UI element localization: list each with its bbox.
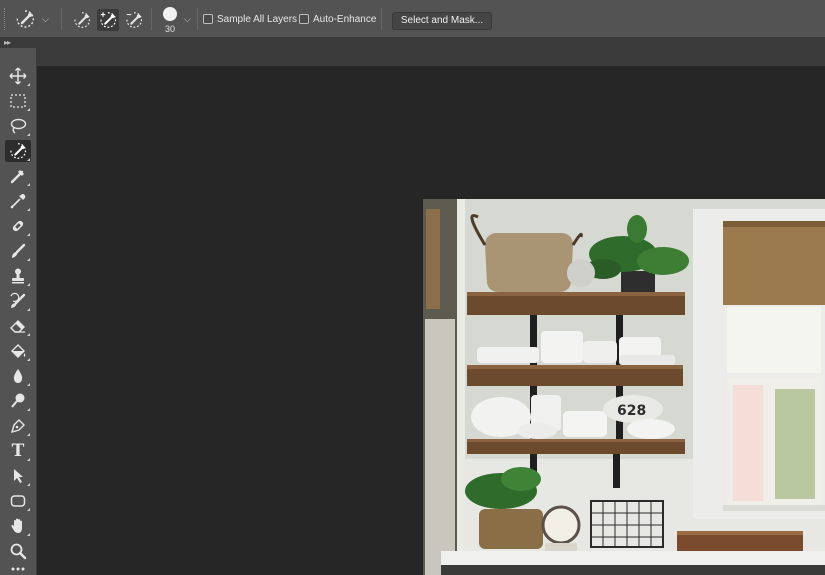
add-to-selection-button[interactable] <box>97 9 119 31</box>
brush-size-value: 30 <box>164 24 175 34</box>
move-icon <box>9 67 27 85</box>
document-image[interactable]: 628 <box>423 199 825 575</box>
bandage-icon <box>12 220 24 232</box>
divider <box>197 8 198 30</box>
marquee-icon <box>10 94 26 108</box>
brush-icon <box>12 243 26 258</box>
path-selection-tool[interactable] <box>5 465 31 487</box>
new-selection-icon <box>74 12 91 28</box>
paint-bucket-tool[interactable] <box>5 340 31 362</box>
sample-all-layers-label: Sample All Layers <box>217 14 298 25</box>
shape-tool[interactable] <box>5 490 31 512</box>
hand-tool[interactable] <box>5 515 31 537</box>
subtract-from-selection-button[interactable] <box>123 9 145 31</box>
dodge-tool[interactable] <box>5 390 31 412</box>
history-brush-icon <box>10 292 26 308</box>
rectangular-marquee-tool[interactable] <box>5 90 31 112</box>
eyedropper-icon <box>10 193 26 209</box>
eraser-tool[interactable] <box>5 315 31 337</box>
quick-selection-icon <box>16 10 34 28</box>
move-tool[interactable] <box>5 65 31 87</box>
arrow-icon <box>14 469 23 483</box>
type-tool[interactable]: T <box>5 440 31 462</box>
new-selection-button[interactable] <box>71 9 93 31</box>
paint-bucket-icon <box>11 344 26 358</box>
brush-tip-icon <box>163 7 177 21</box>
divider <box>381 8 382 30</box>
zoom-icon <box>10 543 27 560</box>
sample-all-layers-checkbox[interactable] <box>203 14 213 24</box>
eraser-icon <box>10 320 25 333</box>
healing-brush-tool[interactable] <box>5 215 31 237</box>
dodge-icon <box>11 393 25 408</box>
history-brush-tool[interactable] <box>5 290 31 312</box>
blur-tool[interactable] <box>5 365 31 387</box>
auto-enhance-label: Auto-Enhance <box>313 14 377 25</box>
eyedropper-tool[interactable] <box>5 190 31 212</box>
rounded-rect-icon <box>10 495 26 507</box>
house-number-sign: 628 <box>617 403 646 419</box>
pen-icon <box>10 419 25 434</box>
tool-preset-picker[interactable]: ⌵ <box>14 6 54 32</box>
tools-panel: T <box>0 48 37 575</box>
lasso-icon <box>10 118 27 134</box>
kitchen-shelves-photo: 628 <box>423 199 825 575</box>
brush-picker[interactable]: 30 <box>158 5 182 35</box>
hand-icon <box>11 518 22 533</box>
crop-icon <box>10 170 24 184</box>
type-icon: T <box>11 441 25 461</box>
divider <box>61 8 62 30</box>
chevron-down-icon[interactable]: ⌵ <box>184 14 191 25</box>
brush-tool[interactable] <box>5 240 31 262</box>
zoom-tool[interactable] <box>5 540 31 562</box>
more-tools[interactable] <box>5 562 31 575</box>
collapse-panel-icon[interactable]: ▸▸ <box>4 38 11 47</box>
options-bar-grip[interactable] <box>4 8 7 30</box>
crop-tool[interactable] <box>5 165 31 187</box>
chevron-down-icon: ⌵ <box>42 14 49 24</box>
auto-enhance-checkbox[interactable] <box>299 14 309 24</box>
panel-strip: ▸▸ <box>0 38 825 66</box>
select-and-mask-button[interactable]: Select and Mask... <box>392 12 492 30</box>
quick-selection-tool[interactable] <box>5 140 31 162</box>
quick-selection-icon <box>10 143 27 159</box>
lasso-tool[interactable] <box>5 115 31 137</box>
pen-tool[interactable] <box>5 415 31 437</box>
drop-icon <box>13 369 23 383</box>
ellipsis-icon <box>11 567 25 571</box>
options-bar: ⌵ 30 ⌵ Sample All Layers Auto-Enhance Se… <box>0 0 825 38</box>
stamp-icon <box>12 268 24 284</box>
clone-stamp-tool[interactable] <box>5 265 31 287</box>
add-to-selection-icon <box>100 12 117 28</box>
subtract-from-selection-icon <box>126 12 143 28</box>
divider <box>151 8 152 30</box>
